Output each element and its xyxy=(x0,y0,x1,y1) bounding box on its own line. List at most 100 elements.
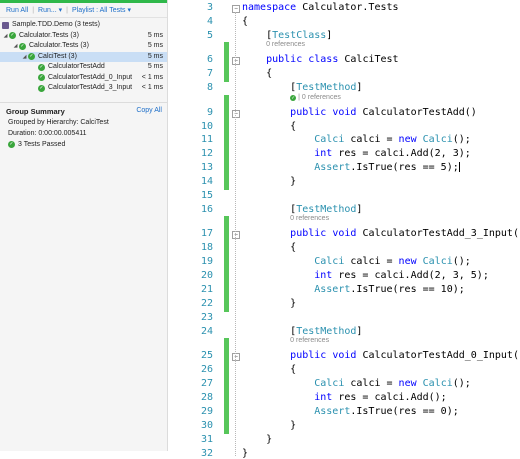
line-number: 15 xyxy=(200,190,213,201)
codelens-references[interactable]: 0 references xyxy=(290,337,329,344)
run-dropdown[interactable]: Run... ▾ xyxy=(38,6,62,14)
code-line[interactable]: Assert.IsTrue(res == 5); xyxy=(242,162,460,173)
line-number: 21 xyxy=(200,284,213,295)
pass-icon: ✓ xyxy=(8,141,15,148)
code-line[interactable]: [TestMethod] xyxy=(242,82,362,93)
line-number: 30 xyxy=(200,419,213,431)
tree-item-label: CalculatorTestAdd_3_Input xyxy=(48,84,133,91)
tree-item-test[interactable]: ✓ CalculatorTestAdd 5 ms xyxy=(0,62,167,73)
line-number: 7 xyxy=(206,68,213,80)
line-number: 32 xyxy=(200,447,213,459)
playlist-dropdown-label: Playlist : All Tests xyxy=(72,7,126,14)
tests-passed-row: ✓ 3 Tests Passed xyxy=(0,141,167,148)
code-line[interactable]: } xyxy=(242,298,296,309)
tree-item-class[interactable]: ◢ ✓ CalciTest (3) 5 ms xyxy=(0,51,167,63)
copy-all-link[interactable]: Copy All xyxy=(136,107,162,116)
tree-item-test[interactable]: ✓ CalculatorTestAdd_3_Input < 1 ms xyxy=(0,83,167,94)
tree-item-duration: 5 ms xyxy=(147,52,163,60)
codelens-references[interactable]: 0 references xyxy=(290,215,329,222)
tree-item-namespace[interactable]: ◢ ✓ Calculator.Tests (3) 5 ms xyxy=(0,41,167,52)
code-line[interactable]: public void CalculatorTestAdd() xyxy=(242,107,477,118)
code-line[interactable]: Assert.IsTrue(res == 10); xyxy=(242,284,465,295)
code-line[interactable]: Calci calci = new Calci(); xyxy=(242,378,471,389)
line-number: 16 xyxy=(200,203,213,215)
tree-item-project[interactable]: ◢ ✓ Calculator.Tests (3) 5 ms xyxy=(0,31,167,42)
line-number: 8 xyxy=(206,82,213,94)
code-editor[interactable]: 3 namespace Calculator.Tests 4 {5 [TestClas… xyxy=(168,0,520,459)
codelens-references[interactable]: 0 references xyxy=(266,41,305,48)
code-line[interactable]: Calci calci = new Calci(); xyxy=(242,134,471,145)
code-line[interactable]: public class CalciTest xyxy=(242,54,398,65)
test-explorer-toolbar: Run All | Run... ▾ | Playlist : All Test… xyxy=(0,3,167,18)
codelens-references[interactable]: ✓ | 0 references xyxy=(290,94,341,101)
code-line[interactable]: [TestMethod] xyxy=(242,326,362,337)
line-number: 9 xyxy=(206,106,213,118)
tree-item-duration: 5 ms xyxy=(147,63,163,70)
expand-arrow-icon[interactable]: ◢ xyxy=(12,41,19,52)
playlist-dropdown[interactable]: Playlist : All Tests ▾ xyxy=(72,6,131,14)
code-line[interactable]: } xyxy=(242,176,296,187)
group-summary: Group Summary Copy All Grouped by Hierar… xyxy=(0,102,167,148)
line-number: 6 xyxy=(206,54,213,66)
code-line[interactable]: public void CalculatorTestAdd_0_Input() xyxy=(242,350,520,361)
collapse-region-icon[interactable]: − xyxy=(232,231,240,240)
tree-item-duration: 5 ms xyxy=(147,42,163,49)
chevron-down-icon: ▾ xyxy=(127,7,132,14)
code-line[interactable]: int res = calci.Add(2, 3); xyxy=(242,148,471,159)
expand-arrow-icon[interactable]: ◢ xyxy=(2,31,9,42)
code-line[interactable]: public void CalculatorTestAdd_3_Input() xyxy=(242,228,520,239)
code-line[interactable]: Assert.IsTrue(res == 0); xyxy=(242,406,459,417)
line-number: 23 xyxy=(200,311,213,323)
code-line[interactable]: [TestClass] xyxy=(242,30,332,41)
line-number: 26 xyxy=(200,364,213,376)
line-number: 11 xyxy=(200,134,213,146)
collapse-region-icon[interactable]: − xyxy=(232,5,240,13)
code-line[interactable]: int res = calci.Add(2, 3, 5); xyxy=(242,270,489,281)
code-line[interactable]: { xyxy=(242,121,296,132)
collapse-region-icon[interactable]: − xyxy=(232,353,240,362)
code-line[interactable]: } xyxy=(242,434,272,445)
group-summary-title: Group Summary xyxy=(6,107,65,116)
line-number: 14 xyxy=(200,176,213,188)
code-line[interactable]: } xyxy=(242,420,296,431)
code-line[interactable]: int res = calci.Add(); xyxy=(242,392,446,403)
line-number: 10 xyxy=(200,120,213,132)
code-line[interactable]: { xyxy=(242,16,248,27)
solution-icon xyxy=(2,21,9,29)
collapse-region-icon[interactable]: − xyxy=(232,57,240,66)
tree-item-label: CalculatorTestAdd_0_Input xyxy=(48,73,133,81)
line-number: 17 xyxy=(200,228,213,240)
code-line[interactable]: namespace Calculator.Tests xyxy=(242,2,399,13)
tree-item-label: Sample.TDD.Demo (3 tests) xyxy=(12,21,100,28)
line-number: 18 xyxy=(200,242,213,254)
pass-icon: ✓ xyxy=(38,63,45,71)
tree-item-solution[interactable]: Sample.TDD.Demo (3 tests) xyxy=(0,20,167,31)
line-number: 31 xyxy=(200,433,213,445)
tree-item-label: Calculator.Tests (3) xyxy=(29,42,89,49)
pass-icon: ✓ xyxy=(9,32,16,40)
pass-icon: ✓ xyxy=(38,84,45,92)
line-number: 22 xyxy=(200,297,213,309)
run-all-link[interactable]: Run All xyxy=(6,7,28,14)
code-line[interactable]: { xyxy=(242,242,296,253)
expand-arrow-icon[interactable]: ◢ xyxy=(21,52,28,63)
change-indicator-bar xyxy=(224,94,229,190)
tree-item-test[interactable]: ✓ CalculatorTestAdd_0_Input < 1 ms xyxy=(0,73,167,84)
line-number: 5 xyxy=(206,29,213,41)
fold-guide-line xyxy=(235,360,236,428)
code-line[interactable]: [TestMethod] xyxy=(242,204,362,215)
text-caret xyxy=(458,162,460,173)
code-line[interactable]: Calci calci = new Calci(); xyxy=(242,256,471,267)
line-number: 13 xyxy=(200,162,213,174)
code-line[interactable]: } xyxy=(242,448,248,459)
collapse-region-icon[interactable]: − xyxy=(232,109,240,118)
tree-item-duration: < 1 ms xyxy=(141,84,163,91)
toolbar-separator: | xyxy=(32,6,35,14)
tree-item-label: CalculatorTestAdd xyxy=(48,63,105,70)
codelens-label: 0 references xyxy=(290,337,330,345)
toolbar-separator: | xyxy=(66,6,68,14)
code-line[interactable]: { xyxy=(242,364,296,375)
fold-guide-line xyxy=(235,116,236,185)
change-indicator-bar xyxy=(224,42,229,83)
code-line[interactable]: { xyxy=(242,68,272,79)
